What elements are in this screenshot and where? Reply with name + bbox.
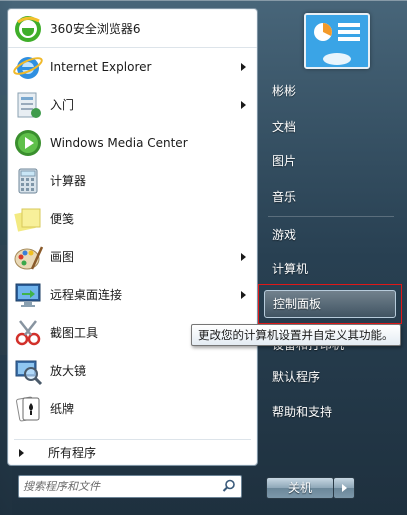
right-item-user[interactable]: 彬彬 — [264, 76, 394, 106]
program-item-getting-started[interactable]: 入门 — [8, 87, 257, 123]
program-label: 入门 — [50, 98, 75, 112]
program-item-solitaire[interactable]: 纸牌 — [8, 391, 257, 427]
search-input[interactable] — [23, 477, 213, 495]
right-item-music[interactable]: 音乐 — [264, 182, 394, 212]
program-label: 放大镜 — [50, 364, 87, 378]
submenu-arrow-icon[interactable] — [241, 291, 246, 299]
program-label: 便笺 — [50, 212, 75, 226]
submenu-arrow-icon[interactable] — [241, 253, 246, 261]
start-menu: 360安全浏览器6 Internet Explorer 入门 Windows M… — [0, 0, 407, 515]
getting-started-icon — [17, 92, 41, 118]
program-item-magnifier[interactable]: 放大镜 — [8, 353, 257, 389]
program-label: 纸牌 — [50, 402, 75, 416]
program-label: 截图工具 — [50, 326, 99, 340]
internet-explorer-icon — [13, 57, 43, 79]
program-item-internet-explorer[interactable]: Internet Explorer — [8, 49, 257, 85]
program-item-remote-desktop[interactable]: 远程桌面连接 — [8, 277, 257, 313]
program-label: 360安全浏览器6 — [50, 22, 141, 36]
calculator-icon — [18, 168, 38, 194]
program-item-paint[interactable]: 画图 — [8, 239, 257, 275]
right-item-default-programs[interactable]: 默认程序 — [264, 362, 394, 392]
shutdown-button[interactable]: 关机 — [266, 477, 334, 499]
sticky-notes-icon — [14, 208, 41, 232]
highlight-annotation — [258, 284, 402, 324]
divider — [268, 216, 394, 217]
shutdown-options-arrow-icon[interactable] — [333, 477, 355, 499]
media-center-icon — [15, 130, 41, 156]
submenu-arrow-icon[interactable] — [241, 101, 246, 109]
right-item-documents[interactable]: 文档 — [264, 112, 394, 142]
program-item-media-center[interactable]: Windows Media Center — [8, 125, 257, 161]
program-item-360-browser[interactable]: 360安全浏览器6 — [8, 11, 257, 48]
program-label: 画图 — [50, 250, 75, 264]
snipping-tool-icon — [15, 320, 41, 346]
magnifier-icon — [15, 360, 43, 386]
all-programs-button[interactable]: 所有程序 — [8, 441, 257, 465]
all-programs-label: 所有程序 — [48, 446, 97, 460]
expand-arrow-icon — [19, 449, 24, 457]
programs-pane: 360安全浏览器6 Internet Explorer 入门 Windows M… — [7, 8, 258, 466]
right-item-help-support[interactable]: 帮助和支持 — [264, 397, 394, 427]
program-label: 计算器 — [50, 174, 87, 188]
program-item-sticky-notes[interactable]: 便笺 — [8, 201, 257, 237]
program-item-calculator[interactable]: 计算器 — [8, 163, 257, 199]
program-label: Internet Explorer — [50, 60, 152, 74]
program-label: Windows Media Center — [50, 136, 188, 150]
control-panel-tooltip: 更改您的计算机设置并自定义其功能。 — [191, 324, 401, 346]
right-item-pictures[interactable]: 图片 — [264, 146, 394, 176]
right-item-games[interactable]: 游戏 — [264, 220, 394, 250]
remote-desktop-icon — [15, 283, 41, 307]
program-label: 远程桌面连接 — [50, 288, 123, 302]
right-item-computer[interactable]: 计算机 — [264, 254, 394, 284]
search-box[interactable] — [18, 475, 242, 498]
360-browser-icon — [15, 16, 41, 42]
search-icon[interactable] — [222, 479, 236, 493]
divider — [14, 439, 251, 440]
user-avatar[interactable] — [304, 13, 370, 69]
solitaire-icon — [16, 396, 40, 422]
submenu-arrow-icon[interactable] — [241, 63, 246, 71]
paint-icon — [14, 246, 44, 270]
